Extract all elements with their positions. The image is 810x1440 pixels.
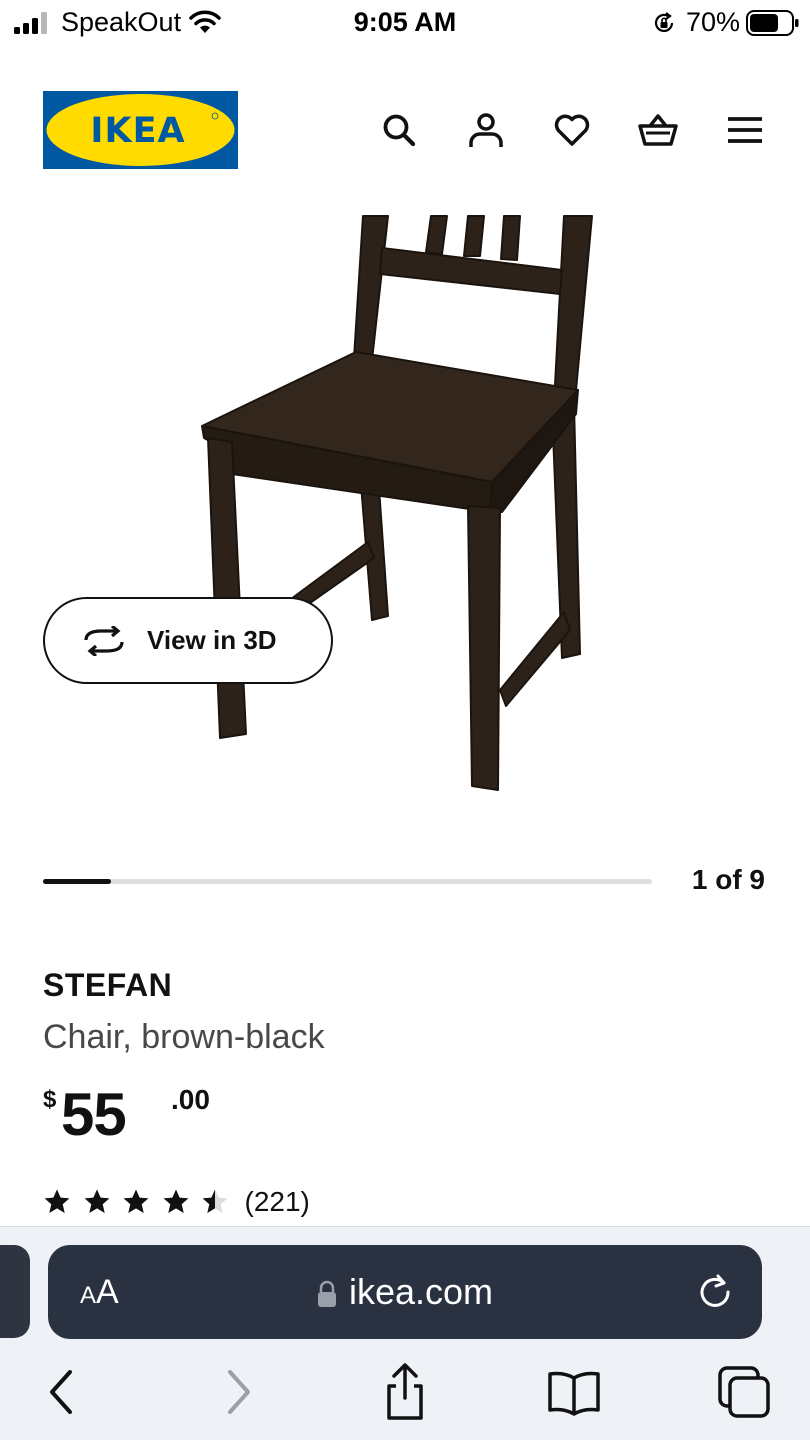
star-full-icon xyxy=(44,1189,70,1213)
site-header: IKEA xyxy=(0,80,810,180)
star-full-icon xyxy=(123,1189,149,1213)
logo-text: IKEA xyxy=(90,111,185,151)
bookmarks-icon xyxy=(548,1371,600,1416)
product-rating[interactable]: (221) xyxy=(43,1184,310,1220)
view-in-3d-button[interactable]: View in 3D xyxy=(43,597,333,684)
battery-percent: 70% xyxy=(686,7,741,37)
product-description: Chair, brown-black xyxy=(43,1018,325,1056)
carousel-progress-fill xyxy=(43,879,111,884)
price-decimal: .00 xyxy=(171,1084,210,1115)
carousel-counter: 1 of 9 xyxy=(691,864,765,895)
price-integer: 55 xyxy=(61,1081,127,1148)
forward-icon xyxy=(228,1370,250,1414)
menu-icon xyxy=(728,117,762,143)
ikea-logo[interactable]: IKEA xyxy=(43,91,238,169)
basket-icon xyxy=(638,114,678,146)
menu-button[interactable] xyxy=(723,108,767,152)
forward-button[interactable] xyxy=(210,1364,266,1420)
carousel-progress[interactable] xyxy=(43,879,652,884)
padlock-icon xyxy=(317,1280,336,1307)
bookmarks-button[interactable] xyxy=(546,1364,602,1420)
view-in-3d-label: View in 3D xyxy=(147,625,277,655)
tabs-button[interactable] xyxy=(716,1364,772,1420)
favourites-button[interactable] xyxy=(550,108,594,152)
product-image[interactable] xyxy=(150,212,630,812)
battery-icon xyxy=(746,10,799,36)
rating-stars xyxy=(43,1188,241,1216)
address-bar[interactable]: AA ikea.com xyxy=(48,1245,762,1339)
url-text: ikea.com xyxy=(348,1271,494,1312)
orientation-lock-icon xyxy=(654,12,674,32)
search-icon xyxy=(383,114,416,147)
basket-button[interactable] xyxy=(636,108,680,152)
back-button[interactable] xyxy=(34,1364,90,1420)
account-button[interactable] xyxy=(464,108,508,152)
product-name: STEFAN xyxy=(43,967,173,1003)
heart-icon xyxy=(554,114,590,146)
back-icon xyxy=(50,1370,72,1414)
star-full-icon xyxy=(84,1189,109,1213)
price-currency: $ xyxy=(43,1086,57,1113)
account-icon xyxy=(469,113,503,147)
search-button[interactable] xyxy=(377,108,421,152)
browser-bottom-bar: AA ikea.com xyxy=(0,1226,810,1440)
star-half-icon xyxy=(202,1189,228,1213)
rotate-3d-icon xyxy=(84,625,124,656)
star-full-icon xyxy=(163,1189,188,1213)
previous-tab-peek[interactable] xyxy=(0,1245,30,1338)
url-group: ikea.com xyxy=(48,1271,762,1313)
reload-icon[interactable] xyxy=(696,1273,734,1311)
rating-count: (221) xyxy=(244,1186,310,1217)
status-bar: SpeakOut 9:05 AM 70% xyxy=(0,0,810,48)
tabs-icon xyxy=(718,1366,770,1418)
share-icon xyxy=(387,1363,423,1420)
share-button[interactable] xyxy=(377,1363,433,1420)
